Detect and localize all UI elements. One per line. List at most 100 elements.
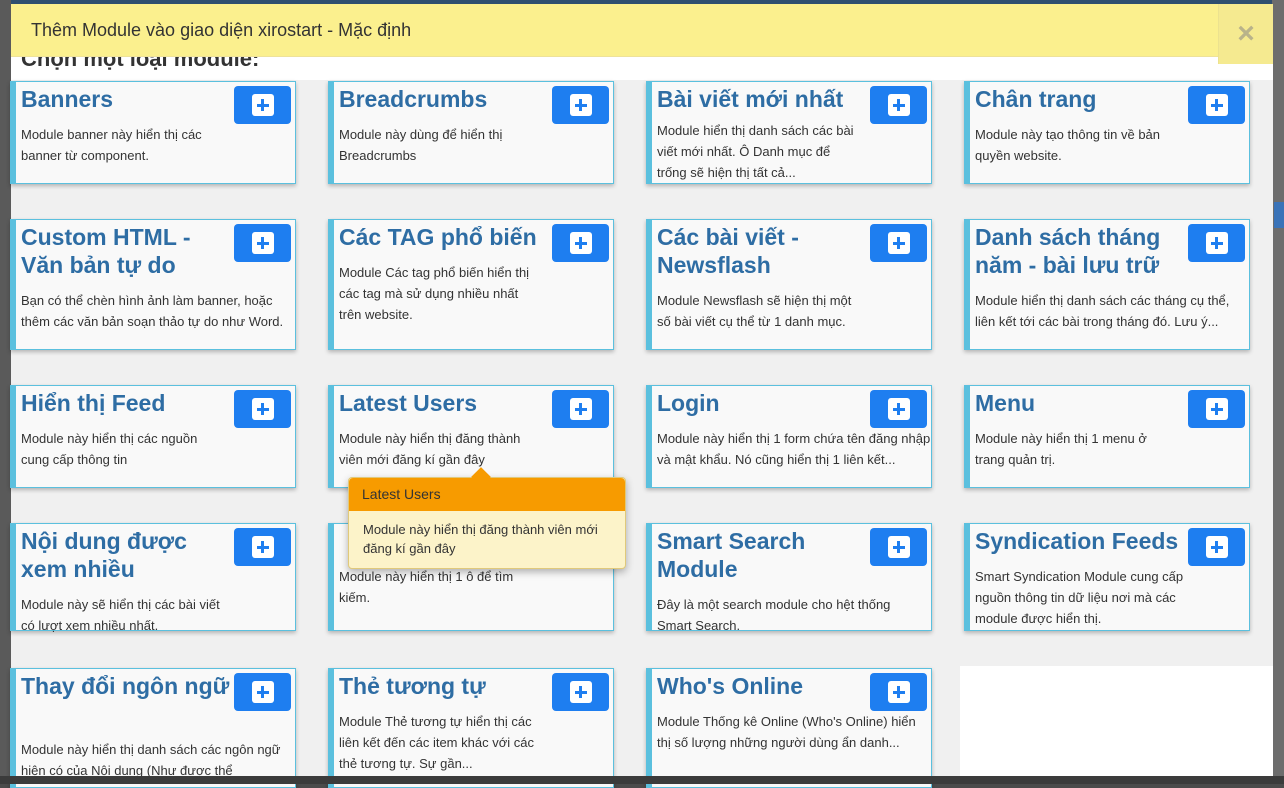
module-description: Module này hiển thị đăng thành viên mới … bbox=[339, 431, 521, 467]
module-title: Login bbox=[657, 390, 720, 416]
add-module-button[interactable] bbox=[552, 390, 609, 428]
plus-square-icon bbox=[887, 681, 910, 703]
module-description: Module Các tag phổ biến hiển thị các tag… bbox=[339, 265, 530, 322]
module-description: Module này tạo thông tin về bản quyền we… bbox=[975, 127, 1161, 163]
module-card[interactable]: Breadcrumbs Module này dùng để hiển thị B… bbox=[328, 81, 614, 184]
module-card[interactable]: Thẻ tương tự Module Thẻ tương tự hiển thị… bbox=[328, 668, 614, 788]
plus-square-icon bbox=[1205, 398, 1228, 420]
module-card[interactable]: Các TAG phổ biến Module Các tag phổ biến … bbox=[328, 219, 614, 350]
module-description: Module hiển thị danh sách các tháng cụ t… bbox=[975, 293, 1230, 329]
module-card[interactable]: Smart Search Module Đây là một search mod… bbox=[646, 523, 932, 633]
module-title: Danh sách tháng năm - bài lưu trữ bbox=[975, 224, 1161, 278]
plus-square-icon bbox=[1205, 536, 1228, 558]
module-title: Các bài viết - Newsflash bbox=[657, 224, 799, 278]
module-card[interactable]: Custom HTML - Văn bản tự do Bạn có thể ch… bbox=[10, 219, 296, 350]
module-card[interactable]: Banners Module banner này hiển thị các ba… bbox=[10, 81, 296, 184]
plus-square-icon bbox=[251, 398, 274, 420]
add-module-button[interactable] bbox=[552, 224, 609, 262]
plus-square-icon bbox=[569, 94, 592, 116]
add-module-button[interactable] bbox=[1188, 528, 1245, 566]
module-description: Module banner này hiển thị các banner từ… bbox=[21, 127, 202, 163]
plus-square-icon bbox=[1205, 94, 1228, 116]
module-card[interactable]: Danh sách tháng năm - bài lưu trữ Module … bbox=[964, 219, 1250, 350]
plus-square-icon bbox=[251, 681, 274, 703]
add-module-button[interactable] bbox=[870, 224, 927, 262]
module-title: Who's Online bbox=[657, 673, 804, 699]
add-module-button[interactable] bbox=[1188, 390, 1245, 428]
module-card[interactable]: Chân trang Module này tạo thông tin về bả… bbox=[964, 81, 1250, 184]
plus-square-icon bbox=[251, 232, 274, 254]
add-module-button[interactable] bbox=[234, 86, 291, 124]
add-module-button[interactable] bbox=[1188, 224, 1245, 262]
module-title: Các TAG phổ biến bbox=[339, 224, 537, 250]
modal-title: Thêm Module vào giao diện xirostart - Mặ… bbox=[31, 20, 412, 40]
backdrop-chip bbox=[1274, 202, 1284, 228]
plus-square-icon bbox=[569, 398, 592, 420]
module-title: Custom HTML - Văn bản tự do bbox=[21, 224, 191, 278]
plus-square-icon bbox=[1205, 232, 1228, 254]
add-module-button[interactable] bbox=[234, 528, 291, 566]
module-description: Module hiển thị danh sách các bài viết m… bbox=[657, 123, 854, 180]
module-description: Module Newsflash sẽ hiện thị một số bài … bbox=[657, 293, 852, 329]
add-module-button[interactable] bbox=[552, 673, 609, 711]
close-icon: × bbox=[1237, 17, 1255, 50]
module-description: Module Thẻ tương tự hiển thị các liên kế… bbox=[339, 714, 534, 771]
module-card[interactable]: Hiển thị Feed Module này hiển thị các ngu… bbox=[10, 385, 296, 488]
popover-body: Module này hiển thị đăng thành viên mới … bbox=[363, 522, 598, 556]
plus-square-icon bbox=[887, 398, 910, 420]
module-title: Chân trang bbox=[975, 86, 1097, 112]
module-card[interactable]: Who's Online Module Thống kê Online (Who'… bbox=[646, 668, 932, 788]
module-grid: Banners Module banner này hiển thị các ba… bbox=[10, 81, 1262, 788]
module-title: Banners bbox=[21, 86, 114, 112]
module-description: Module này hiển thị 1 menu ở trang quản … bbox=[975, 431, 1147, 467]
module-description: Module này dùng để hiển thị Breadcrumbs bbox=[339, 127, 503, 163]
module-description: Module Thống kê Online (Who's Online) hi… bbox=[657, 714, 916, 750]
module-title: Thay đổi ngôn ngữ bbox=[21, 673, 230, 699]
plus-square-icon bbox=[251, 94, 274, 116]
module-title: Hiển thị Feed bbox=[21, 390, 166, 416]
add-module-button[interactable] bbox=[870, 86, 927, 124]
plus-square-icon bbox=[569, 232, 592, 254]
add-module-button[interactable] bbox=[234, 390, 291, 428]
module-description: Module này sẽ hiển thị các bài viết có l… bbox=[21, 597, 220, 633]
add-module-button[interactable] bbox=[870, 528, 927, 566]
module-description: Smart Syndication Module cung cấp nguồn … bbox=[975, 569, 1184, 626]
module-card[interactable]: Bài viết mới nhất Module hiển thị danh sá… bbox=[646, 81, 932, 184]
module-description: Module này hiển thị 1 form chứa tên đăng… bbox=[657, 431, 931, 467]
module-description: Module này hiển thị danh sách các ngôn n… bbox=[21, 742, 281, 778]
module-title: Latest Users bbox=[339, 390, 478, 416]
module-description: Module này hiển thị các nguồn cung cấp t… bbox=[21, 431, 198, 467]
add-module-button[interactable] bbox=[234, 673, 291, 711]
module-title: Menu bbox=[975, 390, 1036, 416]
module-card[interactable]: Thay đổi ngôn ngữ Module này hiển thị dan… bbox=[10, 668, 296, 788]
module-title: Smart Search Module bbox=[657, 528, 806, 582]
plus-square-icon bbox=[887, 232, 910, 254]
close-button[interactable]: × bbox=[1218, 4, 1273, 64]
module-title: Nội dung được xem nhiều bbox=[21, 528, 187, 582]
taskbar bbox=[0, 776, 1284, 784]
module-card[interactable]: Login Module này hiển thị 1 form chứa tên… bbox=[646, 385, 932, 488]
module-card[interactable]: Các bài viết - Newsflash Module Newsflash… bbox=[646, 219, 932, 350]
module-title: Breadcrumbs bbox=[339, 86, 488, 112]
add-module-button[interactable] bbox=[234, 224, 291, 262]
plus-square-icon bbox=[887, 536, 910, 558]
module-card[interactable]: Menu Module này hiển thị 1 menu ở trang q… bbox=[964, 385, 1250, 488]
plus-square-icon bbox=[251, 536, 274, 558]
add-module-button[interactable] bbox=[870, 673, 927, 711]
module-title: Thẻ tương tự bbox=[339, 673, 486, 699]
module-title: Syndication Feeds bbox=[975, 528, 1179, 554]
module-card[interactable]: Nội dung được xem nhiều Module này sẽ hiể… bbox=[10, 523, 296, 633]
add-module-button[interactable] bbox=[552, 86, 609, 124]
backdrop-right bbox=[1272, 0, 1284, 784]
add-module-button[interactable] bbox=[870, 390, 927, 428]
module-popover: Latest Users Module này hiển thị đăng th… bbox=[348, 467, 626, 569]
module-description: Đây là một search module cho hệt thống S… bbox=[657, 597, 891, 633]
module-card[interactable]: Latest Users Module này hiển thị đăng thà… bbox=[328, 385, 614, 488]
add-module-button[interactable] bbox=[1188, 86, 1245, 124]
module-title: Bài viết mới nhất bbox=[657, 86, 844, 112]
module-card[interactable]: Syndication Feeds Smart Syndication Modul… bbox=[964, 523, 1250, 631]
popover-title: Latest Users bbox=[349, 478, 625, 511]
module-description: Bạn có thể chèn hình ảnh làm banner, hoặ… bbox=[21, 293, 284, 329]
module-description: Module này hiển thị 1 ô để tìm kiếm. bbox=[339, 569, 514, 605]
plus-square-icon bbox=[887, 94, 910, 116]
